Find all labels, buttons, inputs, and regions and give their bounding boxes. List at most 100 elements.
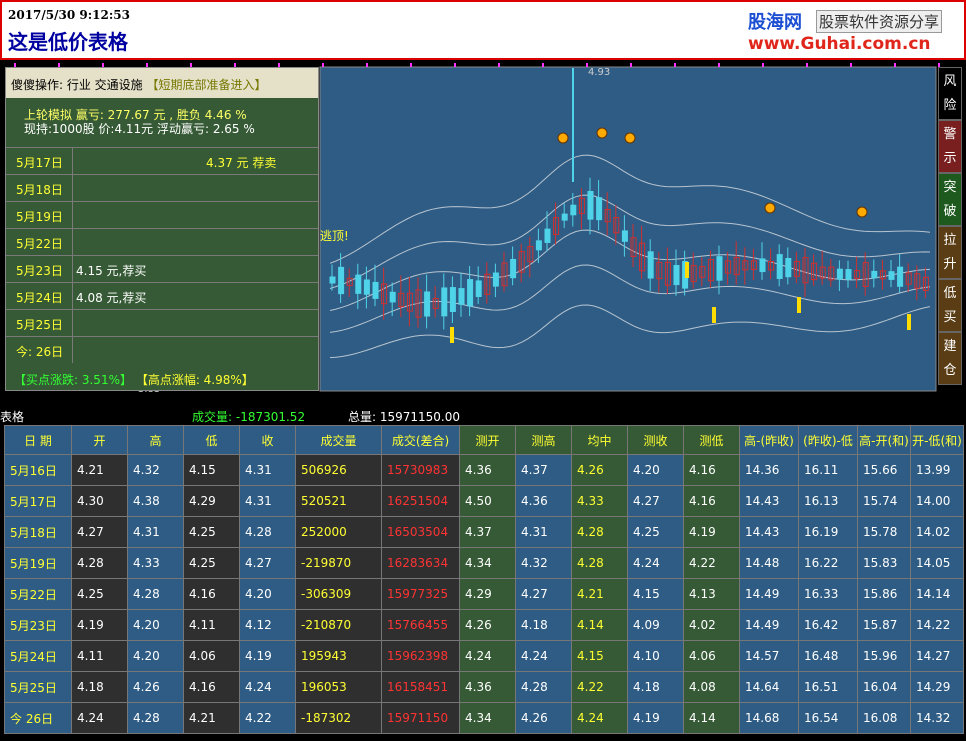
table-row[interactable]: 5月17日 4.30 4.38 4.29 4.31 520521 16251504 4.50 4… [4, 485, 964, 517]
high-change: 【高点涨幅: 4.98%】 [135, 373, 254, 387]
col-header[interactable]: 开 [71, 425, 128, 455]
signal-row[interactable]: 5月24日 4.08 元,荐买 [6, 282, 318, 309]
col-header[interactable]: 高 [127, 425, 184, 455]
signal-row[interactable]: 5月22日 [6, 228, 318, 255]
table-cell: 4.26 [459, 609, 516, 641]
sidebar-btn-5[interactable]: 建仓 [938, 332, 962, 385]
signal-date: 5月19日 [6, 202, 73, 228]
signal-row[interactable]: 5月19日 [6, 201, 318, 228]
table-cell: 16.13 [798, 485, 858, 517]
table-cell: 4.11 [183, 609, 240, 641]
table-cell: 4.37 [459, 516, 516, 548]
table-cell: 5月19日 [4, 547, 72, 579]
table-cell: 14.68 [739, 702, 799, 734]
col-header[interactable]: 测开 [459, 425, 516, 455]
table-cell: 4.28 [239, 516, 296, 548]
table-cell: 4.15 [571, 640, 628, 672]
candle-body [871, 270, 878, 279]
table-cell: 4.28 [127, 578, 184, 610]
col-header[interactable]: 成交量 [295, 425, 382, 455]
col-header[interactable]: 日 期 [4, 425, 72, 455]
logo-url[interactable]: www.Guhai.com.cn [748, 34, 931, 54]
candle-body [389, 291, 396, 303]
table-cell: 4.14 [571, 609, 628, 641]
col-header[interactable]: 高-开(和) [857, 425, 911, 455]
signal-row[interactable]: 今: 26日 [6, 336, 318, 363]
table-cell: 4.26 [515, 702, 572, 734]
table-cell: 4.15 [183, 454, 240, 486]
table-cell: 15.78 [857, 516, 911, 548]
col-header[interactable]: 均中 [571, 425, 628, 455]
table-cell: 4.28 [127, 702, 184, 734]
table-cell: 4.29 [459, 578, 516, 610]
table-row[interactable]: 今 26日 4.24 4.28 4.21 4.22 -187302 15971150 4.34… [4, 702, 964, 734]
col-header[interactable]: (昨收)-低 [798, 425, 858, 455]
table-cell: 4.15 [627, 578, 684, 610]
table-row[interactable]: 5月24日 4.11 4.20 4.06 4.19 195943 15962398 4.24 4… [4, 640, 964, 672]
col-header[interactable]: 测低 [683, 425, 740, 455]
signal-pin-icon [624, 132, 636, 144]
table-cell: 4.26 [571, 454, 628, 486]
col-header[interactable]: 低 [183, 425, 240, 455]
table-cell: 14.27 [910, 640, 964, 672]
table-cell: 5月17日 [4, 485, 72, 517]
col-header[interactable]: 开-低(和) [910, 425, 964, 455]
price-table: 日 期开高低收成交量 成交(差合) 测开 测高 均中 测收 测低 高-(昨收) (昨收)-低 高-… [4, 425, 964, 734]
table-row[interactable]: 5月18日 4.27 4.31 4.25 4.28 252000 16503504 4.37 4… [4, 516, 964, 548]
table-cell: 5月24日 [4, 640, 72, 672]
table-cell: 今 26日 [4, 702, 72, 734]
table-cell: 16.33 [798, 578, 858, 610]
candle-body [570, 204, 577, 216]
col-header[interactable]: 收 [239, 425, 296, 455]
table-cell: 4.20 [627, 454, 684, 486]
table-cell: 196053 [295, 671, 382, 703]
sidebar-btn-2[interactable]: 突破 [938, 173, 962, 226]
logo-tagline: 股票软件资源分享 [816, 10, 943, 33]
industry-label: 傻傻操作: 行业 交通设施 [11, 78, 143, 92]
table-row[interactable]: 5月25日 4.18 4.26 4.16 4.24 196053 16158451 4.36 4… [4, 671, 964, 703]
table-row[interactable]: 5月16日 4.21 4.32 4.15 4.31 506926 15730983 4.36 4… [4, 454, 964, 486]
col-header[interactable]: 测收 [627, 425, 684, 455]
table-cell: 4.12 [239, 609, 296, 641]
col-header[interactable]: 成交(差合) [381, 425, 460, 455]
table-cell: 252000 [295, 516, 382, 548]
table-row[interactable]: 5月19日 4.28 4.33 4.25 4.27 -219870 16283634 4.34… [4, 547, 964, 579]
candle-body [492, 272, 499, 287]
high-price-label: 4.93 [588, 67, 610, 78]
sidebar-btn-1[interactable]: 警示 [938, 120, 962, 173]
candle-body [441, 287, 448, 317]
table-cell: 4.20 [127, 609, 184, 641]
candle-body [544, 228, 551, 243]
table-row[interactable]: 5月22日 4.25 4.28 4.16 4.20 -306309 15977325 4.29… [4, 578, 964, 610]
table-cell: 15730983 [381, 454, 460, 486]
candle-body [776, 254, 783, 279]
sidebar-btn-0[interactable]: 风险 [938, 67, 962, 120]
col-header[interactable]: 测高 [515, 425, 572, 455]
table-cell: 4.37 [515, 454, 572, 486]
table-cell: 5月25日 [4, 671, 72, 703]
table-cell: 4.08 [683, 671, 740, 703]
table-row[interactable]: 5月23日 4.19 4.20 4.11 4.12 -210870 15766455 4.26… [4, 609, 964, 641]
table-cell: 4.14 [683, 702, 740, 734]
table-cell: 4.31 [239, 454, 296, 486]
signal-row[interactable]: 5月17日 4.37 元 荐卖 [6, 147, 318, 174]
table-cell: 14.22 [910, 609, 964, 641]
table-cell: 14.36 [739, 454, 799, 486]
table-cell: 4.18 [515, 609, 572, 641]
col-header[interactable]: 高-(昨收) [739, 425, 799, 455]
table-cell: 4.25 [71, 578, 128, 610]
table-cell: 14.00 [910, 485, 964, 517]
candle-body [338, 266, 345, 295]
sidebar-btn-4[interactable]: 低买 [938, 279, 962, 332]
signal-row[interactable]: 5月25日 [6, 309, 318, 336]
signal-row[interactable]: 5月23日 4.15 元,荐买 [6, 255, 318, 282]
signal-note: 4.08 元,荐买 [76, 291, 147, 305]
table-cell: 4.18 [627, 671, 684, 703]
table-cell: 5月16日 [4, 454, 72, 486]
signal-row[interactable]: 5月18日 [6, 174, 318, 201]
table-cell: 4.16 [183, 578, 240, 610]
table-cell: 16503504 [381, 516, 460, 548]
sidebar-btn-3[interactable]: 拉升 [938, 226, 962, 279]
candle-body [716, 256, 723, 281]
table-cell: 15962398 [381, 640, 460, 672]
